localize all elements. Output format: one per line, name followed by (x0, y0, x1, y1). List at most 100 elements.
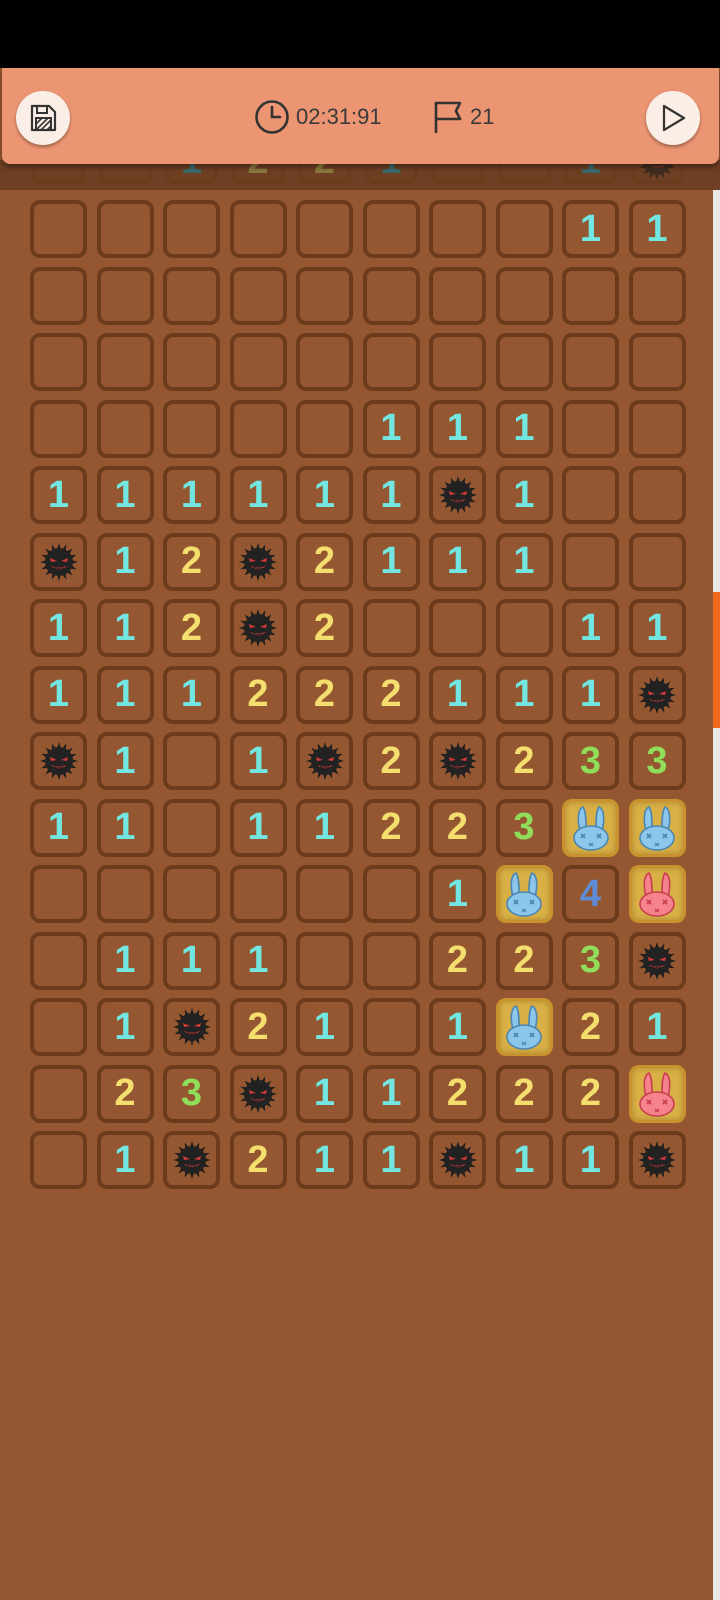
empty-cell[interactable] (30, 399, 87, 458)
empty-cell[interactable] (163, 200, 220, 258)
number-cell[interactable]: 2 (362, 665, 420, 724)
number-cell[interactable]: 1 (96, 998, 154, 1056)
number-cell[interactable]: 1 (628, 200, 686, 258)
empty-cell[interactable] (495, 200, 553, 258)
scrollbar-track[interactable] (713, 190, 720, 1600)
mine-cell[interactable] (229, 532, 287, 591)
empty-cell[interactable] (163, 865, 220, 923)
number-cell[interactable]: 1 (96, 732, 154, 790)
empty-cell[interactable] (628, 466, 686, 524)
number-cell[interactable]: 1 (96, 466, 154, 524)
number-cell[interactable]: 1 (495, 665, 553, 724)
number-cell[interactable]: 2 (229, 665, 287, 724)
empty-cell[interactable] (30, 1131, 87, 1189)
flagged-cell[interactable] (628, 1064, 686, 1123)
mine-cell[interactable] (296, 732, 353, 790)
empty-cell[interactable] (429, 599, 486, 657)
number-cell[interactable]: 1 (30, 599, 87, 657)
flagged-cell[interactable] (562, 798, 619, 857)
empty-cell[interactable] (296, 865, 353, 923)
mine-cell[interactable] (628, 1131, 686, 1189)
number-cell[interactable]: 1 (229, 931, 287, 990)
mine-cell[interactable] (429, 732, 486, 790)
number-cell[interactable]: 1 (429, 998, 486, 1056)
number-cell[interactable]: 1 (562, 1131, 619, 1189)
empty-cell[interactable] (163, 732, 220, 790)
empty-cell[interactable] (562, 333, 619, 391)
mine-cell[interactable] (30, 532, 87, 591)
number-cell[interactable]: 1 (562, 599, 619, 657)
empty-cell[interactable] (362, 931, 420, 990)
empty-cell[interactable] (96, 399, 154, 458)
empty-cell[interactable] (163, 333, 220, 391)
number-cell[interactable]: 2 (296, 532, 353, 591)
number-cell[interactable]: 1 (429, 399, 486, 458)
empty-cell[interactable] (628, 532, 686, 591)
number-cell[interactable]: 1 (296, 998, 353, 1056)
number-cell[interactable]: 2 (96, 1064, 154, 1123)
number-cell[interactable]: 2 (495, 931, 553, 990)
number-cell[interactable]: 1 (362, 399, 420, 458)
empty-cell[interactable] (163, 798, 220, 857)
empty-cell[interactable] (96, 865, 154, 923)
number-cell[interactable]: 1 (30, 665, 87, 724)
number-cell[interactable]: 1 (96, 532, 154, 591)
mine-cell[interactable] (229, 1064, 287, 1123)
number-cell[interactable]: 2 (429, 931, 486, 990)
mine-cell[interactable] (429, 466, 486, 524)
number-cell[interactable]: 2 (296, 665, 353, 724)
mine-cell[interactable] (229, 599, 287, 657)
flagged-cell[interactable] (495, 865, 553, 923)
flagged-cell[interactable] (495, 998, 553, 1056)
flagged-cell[interactable] (628, 865, 686, 923)
number-cell[interactable]: 1 (562, 665, 619, 724)
number-cell[interactable]: 1 (562, 200, 619, 258)
empty-cell[interactable] (495, 333, 553, 391)
number-cell[interactable]: 1 (96, 599, 154, 657)
number-cell[interactable]: 2 (495, 1064, 553, 1123)
empty-cell[interactable] (562, 532, 619, 591)
empty-cell[interactable] (30, 1064, 87, 1123)
empty-cell[interactable] (628, 399, 686, 458)
empty-cell[interactable] (30, 266, 87, 325)
number-cell[interactable]: 1 (229, 732, 287, 790)
empty-cell[interactable] (296, 931, 353, 990)
number-cell[interactable]: 1 (30, 798, 87, 857)
mine-cell[interactable] (163, 1131, 220, 1189)
number-cell[interactable]: 2 (163, 532, 220, 591)
empty-cell[interactable] (296, 200, 353, 258)
number-cell[interactable]: 1 (429, 532, 486, 591)
number-cell[interactable]: 2 (495, 732, 553, 790)
number-cell[interactable]: 1 (362, 532, 420, 591)
empty-cell[interactable] (229, 266, 287, 325)
empty-cell[interactable] (628, 333, 686, 391)
empty-cell[interactable] (362, 266, 420, 325)
number-cell[interactable]: 1 (96, 798, 154, 857)
scrollbar-thumb[interactable] (713, 592, 720, 728)
number-cell[interactable]: 3 (562, 732, 619, 790)
empty-cell[interactable] (229, 399, 287, 458)
number-cell[interactable]: 3 (628, 732, 686, 790)
number-cell[interactable]: 1 (362, 1064, 420, 1123)
mine-cell[interactable] (429, 1131, 486, 1189)
number-cell[interactable]: 1 (296, 1131, 353, 1189)
empty-cell[interactable] (495, 266, 553, 325)
empty-cell[interactable] (362, 200, 420, 258)
save-button[interactable] (16, 91, 70, 145)
number-cell[interactable]: 2 (562, 1064, 619, 1123)
empty-cell[interactable] (96, 266, 154, 325)
empty-cell[interactable] (30, 865, 87, 923)
number-cell[interactable]: 1 (96, 1131, 154, 1189)
play-button[interactable] (646, 91, 700, 145)
empty-cell[interactable] (229, 200, 287, 258)
number-cell[interactable]: 2 (362, 798, 420, 857)
flagged-cell[interactable] (628, 798, 686, 857)
empty-cell[interactable] (362, 599, 420, 657)
number-cell[interactable]: 1 (628, 998, 686, 1056)
number-cell[interactable]: 2 (429, 1064, 486, 1123)
number-cell[interactable]: 1 (229, 798, 287, 857)
empty-cell[interactable] (429, 200, 486, 258)
empty-cell[interactable] (628, 266, 686, 325)
empty-cell[interactable] (30, 200, 87, 258)
mine-cell[interactable] (628, 665, 686, 724)
